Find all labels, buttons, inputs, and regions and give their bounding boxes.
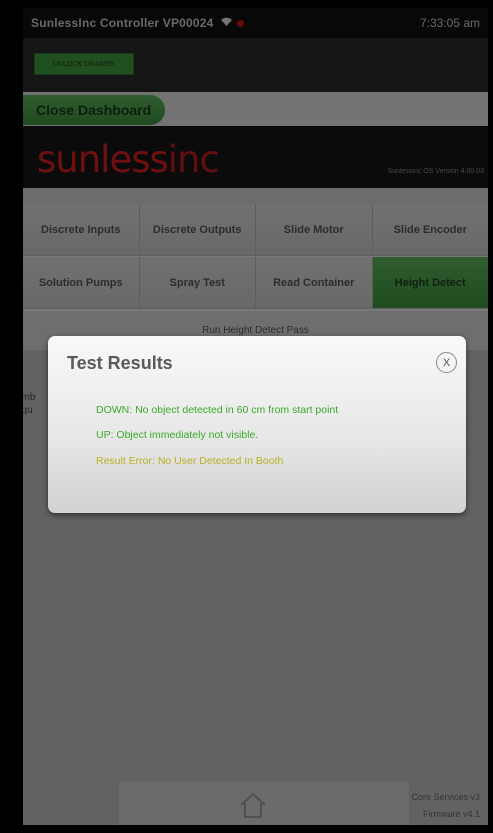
test-results-dialog: Test Results X DOWN: No object detected …: [48, 336, 466, 513]
device-frame: SunlessInc Controller VP00024 7:33:05 am…: [0, 0, 493, 833]
result-down-message: DOWN: No object detected in 60 cm from s…: [96, 404, 339, 416]
result-error-message: Result Error: No User Detected In Booth: [96, 455, 284, 467]
dialog-title: Test Results: [67, 353, 173, 373]
close-icon[interactable]: X: [436, 352, 457, 373]
result-up-message: UP: Object immediately not visible.: [96, 429, 259, 441]
screen: SunlessInc Controller VP00024 7:33:05 am…: [23, 8, 488, 825]
